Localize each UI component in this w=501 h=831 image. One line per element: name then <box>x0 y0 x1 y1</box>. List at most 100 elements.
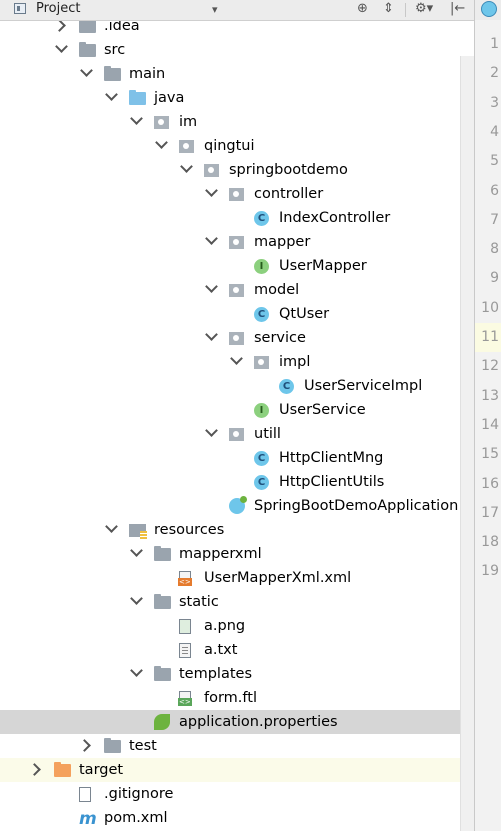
tree-item-label: service <box>254 330 306 346</box>
chevron-down-icon[interactable] <box>205 232 218 245</box>
text-file-icon <box>179 643 191 658</box>
tree-item-label: impl <box>279 354 311 370</box>
folder-gray-icon <box>104 66 121 81</box>
chevron-down-icon[interactable] <box>55 40 68 53</box>
package-icon <box>229 428 244 441</box>
image-file-icon <box>179 619 191 634</box>
folder-orange-icon <box>54 762 71 777</box>
tree-row[interactable]: springbootdemo <box>0 158 474 182</box>
project-tree: .idea src main java im qingtui springbootdemo c… <box>0 0 474 831</box>
tree-row[interactable]: impl <box>0 350 474 374</box>
tree-row[interactable]: src <box>0 38 474 62</box>
settings-gear-icon[interactable]: ⚙▾ <box>415 1 433 16</box>
maven-icon: m <box>79 809 97 829</box>
tree-row[interactable]: mapperxml <box>0 542 474 566</box>
chevron-down-icon[interactable] <box>205 424 218 437</box>
chevron-right-icon[interactable] <box>28 763 41 776</box>
chevron-down-icon[interactable] <box>105 520 118 533</box>
vertical-scrollbar[interactable] <box>460 56 475 831</box>
package-icon <box>229 332 244 345</box>
tree-item-label: model <box>254 282 300 298</box>
chevron-down-icon[interactable] <box>205 184 218 197</box>
tree-row[interactable]: templates <box>0 662 474 686</box>
tree-row[interactable]: application.properties <box>0 710 474 734</box>
tree-row[interactable]: controller <box>0 182 474 206</box>
tree-item-label: src <box>104 42 126 58</box>
chevron-down-icon[interactable] <box>130 544 143 557</box>
tree-row[interactable]: static <box>0 590 474 614</box>
package-icon <box>229 188 244 201</box>
tree-item-label: mapperxml <box>179 546 262 562</box>
hide-panel-icon[interactable]: |← <box>450 1 465 16</box>
chevron-down-icon[interactable] <box>155 136 168 149</box>
chevron-down-icon[interactable] <box>80 64 93 77</box>
folder-gray-icon <box>154 594 171 609</box>
editor-tab-class-icon <box>481 1 497 17</box>
tree-row[interactable]: java <box>0 86 474 110</box>
tree-row[interactable]: m pom.xml <box>0 806 474 830</box>
tree-row[interactable]: I UserMapper <box>0 254 474 278</box>
chevron-right-icon[interactable] <box>53 19 66 32</box>
chevron-down-icon[interactable] <box>230 352 243 365</box>
tree-item-label: java <box>154 90 185 106</box>
tree-row[interactable]: utill <box>0 422 474 446</box>
toolbar-divider <box>405 3 406 17</box>
tree-row[interactable]: test <box>0 734 474 758</box>
interface-icon: I <box>254 403 269 418</box>
class-icon: C <box>254 307 269 322</box>
tree-row[interactable]: form.ftl <box>0 686 474 710</box>
tree-row[interactable]: SpringBootDemoApplication <box>0 494 474 518</box>
chevron-down-icon[interactable] <box>130 664 143 677</box>
tree-row[interactable]: .gitignore <box>0 782 474 806</box>
chevron-right-icon[interactable] <box>78 739 91 752</box>
chevron-down-icon[interactable] <box>105 88 118 101</box>
tree-row[interactable]: resources <box>0 518 474 542</box>
line-number: 13 <box>481 387 499 404</box>
line-number: 7 <box>490 211 499 228</box>
tree-item-label: im <box>179 114 198 130</box>
project-view-title[interactable]: Project <box>36 1 80 16</box>
tree-item-label: controller <box>254 186 324 202</box>
package-icon <box>229 284 244 297</box>
tree-row[interactable]: C QtUser <box>0 302 474 326</box>
line-number: 8 <box>490 241 499 258</box>
tree-row[interactable]: target <box>0 758 474 782</box>
view-dropdown-chevron-icon[interactable]: ▾ <box>212 3 218 16</box>
tree-row[interactable]: a.png <box>0 614 474 638</box>
tree-row[interactable]: I UserService <box>0 398 474 422</box>
tree-row[interactable]: C UserServiceImpl <box>0 374 474 398</box>
tree-row[interactable]: C IndexController <box>0 206 474 230</box>
tree-item-label: pom.xml <box>104 810 168 826</box>
folder-gray-icon <box>79 18 96 33</box>
spring-boot-class-icon <box>229 496 247 514</box>
line-number: 17 <box>481 504 499 521</box>
package-icon <box>154 116 169 129</box>
tree-row[interactable]: C HttpClientMng <box>0 446 474 470</box>
tree-row[interactable]: service <box>0 326 474 350</box>
tree-row[interactable]: qingtui <box>0 134 474 158</box>
line-number: 1 <box>490 36 499 52</box>
project-toolbar: Project ▾ ⊕ ⇕ ⚙▾ |← <box>0 0 474 21</box>
scroll-from-source-icon[interactable]: ⊕ <box>357 1 368 16</box>
chevron-down-icon[interactable] <box>180 160 193 173</box>
tree-row[interactable]: UserMapperXml.xml <box>0 566 474 590</box>
tree-item-label: HttpClientUtils <box>279 474 385 490</box>
tree-row[interactable]: C HttpClientUtils <box>0 470 474 494</box>
folder-gray-icon <box>104 738 121 753</box>
package-icon <box>204 164 219 177</box>
tree-row[interactable]: im <box>0 110 474 134</box>
line-number: 14 <box>481 416 499 433</box>
chevron-down-icon[interactable] <box>205 280 218 293</box>
tree-row[interactable]: mapper <box>0 230 474 254</box>
tree-row[interactable]: model <box>0 278 474 302</box>
line-number: 15 <box>481 446 499 463</box>
collapse-all-icon[interactable]: ⇕ <box>383 1 394 16</box>
tree-item-label: resources <box>154 522 225 538</box>
line-number: 12 <box>481 358 499 375</box>
chevron-down-icon[interactable] <box>130 112 143 125</box>
tree-row[interactable]: a.txt <box>0 638 474 662</box>
chevron-down-icon[interactable] <box>205 328 218 341</box>
chevron-down-icon[interactable] <box>130 592 143 605</box>
tree-item-label: .gitignore <box>104 786 174 802</box>
tree-row[interactable]: main <box>0 62 474 86</box>
